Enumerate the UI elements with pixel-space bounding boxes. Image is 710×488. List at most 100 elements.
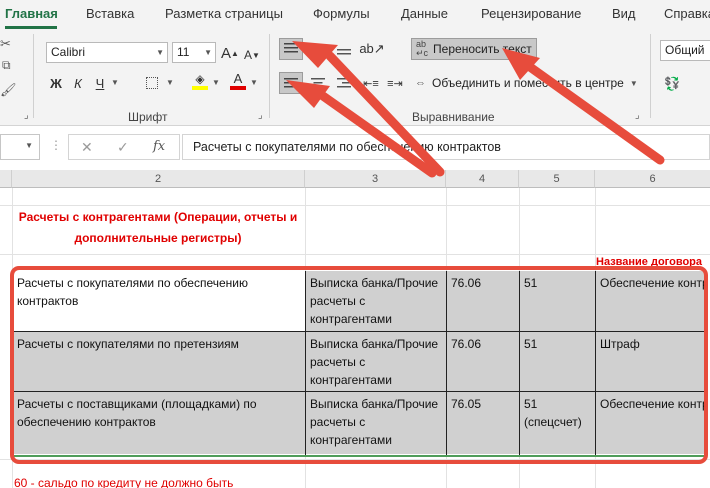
table-border — [305, 271, 306, 455]
align-bottom-button[interactable] — [332, 38, 356, 60]
alignment-launcher-icon[interactable]: ⌟ — [635, 110, 640, 121]
ribbon-separator — [269, 34, 270, 118]
italic-button[interactable]: К — [68, 72, 88, 94]
chevron-down-icon[interactable]: ▼ — [166, 78, 174, 87]
ribbon-separator — [33, 34, 34, 118]
font-color-icon: A — [233, 71, 243, 86]
table-cell[interactable]: 76.06 — [447, 271, 519, 331]
align-middle-icon — [311, 46, 325, 52]
column-header[interactable]: 6 — [595, 170, 710, 188]
wrap-text-icon: ab ↵c — [416, 39, 429, 58]
table-border — [13, 331, 705, 332]
contract-name-header[interactable]: Название договора — [596, 256, 702, 268]
selection-edge — [14, 455, 704, 457]
table-cell[interactable]: 76.06 — [447, 332, 519, 391]
format-painter-icon[interactable]: 🖌 — [0, 82, 17, 98]
align-center-icon — [311, 78, 325, 88]
fill-color-button[interactable]: ◈ — [190, 70, 210, 92]
align-right-icon — [337, 78, 351, 88]
table-border — [446, 271, 447, 455]
column-header[interactable]: 2 — [12, 170, 305, 188]
align-right-button[interactable] — [332, 72, 356, 94]
tab-home[interactable]: Главная — [5, 6, 58, 21]
enter-icon[interactable]: ✓ — [117, 139, 129, 156]
decrease-font-button[interactable]: A ▼ — [242, 44, 262, 66]
align-top-button[interactable] — [279, 38, 303, 60]
column-header[interactable]: 5 — [519, 170, 595, 188]
increase-font-button[interactable]: A ▲ — [220, 42, 240, 64]
sheet-title[interactable]: Расчеты с контрагентами (Операции, отчет… — [12, 207, 304, 249]
table-border — [13, 391, 705, 392]
font-name-select[interactable]: Calibri ▼ — [46, 42, 168, 63]
table-cell[interactable]: Выписка банка/Прочие расчеты с контраген… — [306, 271, 446, 331]
align-left-icon — [284, 78, 298, 88]
alignment-group-label: Выравнивание — [412, 110, 495, 124]
align-left-button[interactable] — [279, 72, 303, 94]
cut-icon[interactable]: ✂ — [0, 36, 11, 52]
borders-icon — [146, 77, 158, 89]
font-group-label: Шрифт — [128, 110, 168, 124]
column-header[interactable]: 3 — [305, 170, 446, 188]
tab-view[interactable]: Вид — [612, 6, 636, 21]
borders-button[interactable] — [142, 72, 162, 94]
table-border — [519, 271, 520, 455]
tab-data[interactable]: Данные — [401, 6, 448, 21]
insert-function-icon[interactable]: fx — [153, 139, 165, 154]
table-cell[interactable]: Расчеты с покупателями по обеспечению ко… — [13, 271, 305, 331]
table-cell[interactable]: Обеспечение контракта — [596, 392, 704, 454]
ribbon: ✂ ⧉ 🖌 ⌟ Calibri ▼ 11 ▼ A ▲ A ▼ Ж К Ч ▼ ▼ ◈… — [0, 30, 710, 126]
underline-button[interactable]: Ч — [90, 72, 110, 94]
tab-formulas[interactable]: Формулы — [313, 6, 370, 21]
currency-format-icon[interactable]: 💱 — [664, 76, 680, 92]
copy-icon[interactable]: ⧉ — [2, 58, 11, 73]
tab-help[interactable]: Справка — [664, 6, 710, 21]
chevron-down-icon[interactable]: ▼ — [212, 78, 220, 87]
table-cell[interactable]: 51 — [520, 332, 595, 391]
bold-button[interactable]: Ж — [46, 72, 66, 94]
formula-bar: ▼ ⋮ ✕ ✓ fx Расчеты с покупателями по обе… — [0, 130, 710, 166]
table-cell[interactable]: Расчеты с поставщиками (площадками) по о… — [13, 392, 305, 454]
tab-page-layout[interactable]: Разметка страницы — [165, 6, 283, 21]
table-cell[interactable]: Расчеты с покупателями по претензиям — [13, 332, 305, 391]
table-cell[interactable]: Штраф — [596, 332, 704, 391]
chevron-down-icon: ▼ — [204, 48, 212, 57]
number-format-select[interactable]: Общий — [660, 40, 710, 61]
column-header[interactable]: 4 — [446, 170, 519, 188]
chevron-down-icon: ▼ — [156, 48, 164, 57]
font-color-button[interactable]: A — [228, 70, 248, 92]
text-orientation-icon: ab↗ — [359, 41, 385, 56]
table-border — [595, 271, 596, 455]
table-cell[interactable]: Выписка банка/Прочие расчеты с контраген… — [306, 332, 446, 391]
wrap-text-button[interactable]: ab ↵c Переносить текст — [411, 38, 537, 60]
column-header-blank[interactable] — [0, 170, 12, 188]
active-tab-indicator — [5, 26, 57, 29]
clipboard-launcher-icon[interactable]: ⌟ — [24, 110, 29, 121]
cancel-icon[interactable]: ✕ — [81, 139, 93, 156]
decrease-indent-button[interactable]: ⇤≡ — [360, 72, 382, 94]
chevron-down-icon: ▼ — [25, 141, 33, 150]
orientation-button[interactable]: ab↗ — [359, 38, 385, 60]
increase-indent-button[interactable]: ≡⇥ — [384, 72, 406, 94]
grid-line — [0, 254, 710, 255]
grid-line — [0, 205, 710, 206]
formula-input[interactable]: Расчеты с покупателями по обеспечению ко… — [182, 134, 710, 160]
align-middle-button[interactable] — [306, 38, 330, 60]
chevron-down-icon[interactable]: ▼ — [250, 78, 258, 87]
resize-handle[interactable]: ⋮ — [50, 138, 63, 152]
fill-bucket-icon: ◈ — [195, 72, 205, 86]
tab-insert[interactable]: Вставка — [86, 6, 134, 21]
table-cell[interactable]: 76.05 — [447, 392, 519, 454]
chevron-down-icon[interactable]: ▼ — [111, 78, 119, 87]
table-cell[interactable]: Обеспечение контракта — [596, 271, 704, 331]
align-center-button[interactable] — [306, 72, 330, 94]
table-cell[interactable]: 51 (спецсчет) — [520, 392, 595, 454]
font-launcher-icon[interactable]: ⌟ — [258, 110, 263, 121]
merge-center-button[interactable]: ⇔ Объединить и поместить в центре ▼ — [411, 72, 647, 94]
tab-review[interactable]: Рецензирование — [481, 6, 581, 21]
chevron-down-icon: ▼ — [629, 78, 638, 88]
sheet-note[interactable]: 60 - сальдо по кредиту не должно быть — [14, 476, 233, 488]
table-cell[interactable]: 51 — [520, 271, 595, 331]
font-size-select[interactable]: 11 ▼ — [172, 42, 216, 63]
name-box[interactable]: ▼ — [0, 134, 40, 160]
table-cell[interactable]: Выписка банка/Прочие расчеты с контраген… — [306, 392, 446, 454]
